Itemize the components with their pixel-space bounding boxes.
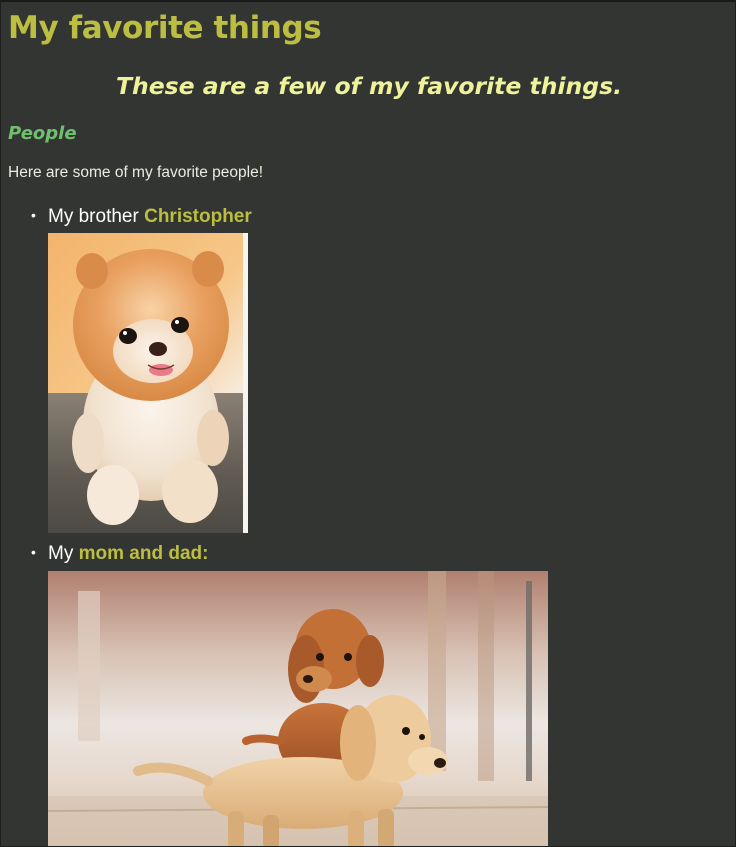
- list-item: • My mom and dad:: [31, 543, 208, 565]
- list-item: • My brother Christopher: [31, 206, 252, 228]
- list-item-highlight: Christopher: [144, 206, 252, 227]
- pomeranian-puppy-photo: [48, 233, 248, 533]
- browser-page: My favorite things These are a few of my…: [0, 0, 736, 847]
- photo-border: [243, 233, 248, 533]
- page-subtitle: These are a few of my favorite things.: [115, 72, 623, 100]
- page-title: My favorite things: [8, 10, 322, 46]
- bullet: •: [31, 207, 36, 223]
- list-item-prefix: My brother: [48, 206, 145, 227]
- pomeranian-illustration: [72, 249, 229, 525]
- bullet: •: [31, 544, 36, 560]
- dachshund-puppies-photo: [48, 571, 548, 846]
- section-heading-people: People: [8, 123, 77, 144]
- list-item-highlight: mom and dad:: [78, 543, 209, 564]
- intro-paragraph: Here are some of my favorite people!: [8, 164, 264, 181]
- list-item-prefix: My: [48, 543, 79, 564]
- dachshund-illustration: [48, 571, 548, 846]
